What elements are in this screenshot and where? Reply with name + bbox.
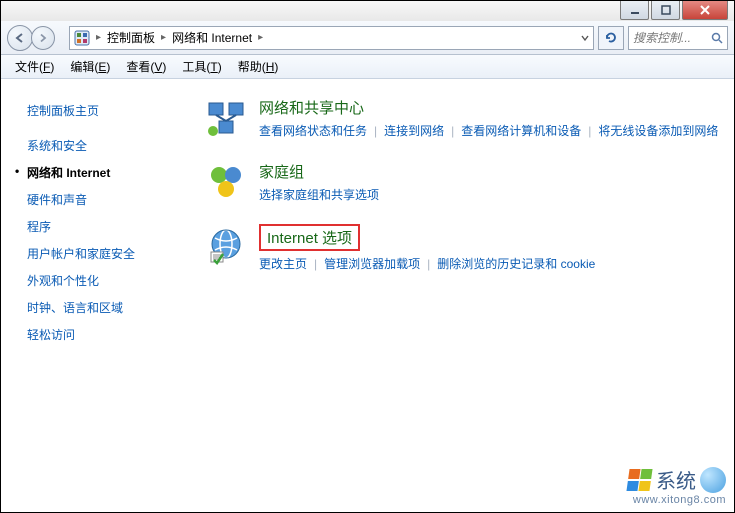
- internet-options-icon[interactable]: [205, 224, 247, 266]
- category-title-network-sharing[interactable]: 网络和共享中心: [259, 97, 364, 118]
- chevron-down-icon: [581, 34, 589, 42]
- category-network-sharing: 网络和共享中心查看网络状态和任务 | 连接到网络 | 查看网络计算机和设备 | 将无线设备添…: [205, 97, 724, 143]
- sidebar-item-1[interactable]: 系统和安全: [17, 132, 190, 159]
- category-title-internet-options[interactable]: Internet 选项: [259, 224, 360, 251]
- nav-buttons: [7, 25, 65, 51]
- chevron-right-icon: ▸: [258, 32, 263, 43]
- link-separator: |: [314, 257, 317, 271]
- task-link[interactable]: 将无线设备添加到网络: [598, 124, 718, 138]
- category-body: Internet 选项更改主页 | 管理浏览器加载项 | 删除浏览的历史记录和 cook…: [259, 224, 724, 276]
- back-button[interactable]: [7, 25, 33, 51]
- sidebar-item-2[interactable]: 网络和 Internet: [17, 159, 190, 186]
- search-placeholder: 搜索控制...: [633, 29, 691, 46]
- network-sharing-icon[interactable]: [205, 97, 247, 139]
- category-internet-options: Internet 选项更改主页 | 管理浏览器加载项 | 删除浏览的历史记录和 cook…: [205, 224, 724, 276]
- search-icon: [711, 32, 723, 44]
- category-title-homegroup[interactable]: 家庭组: [259, 161, 304, 182]
- search-box[interactable]: 搜索控制...: [628, 26, 728, 50]
- windows-flag-icon: [626, 469, 653, 491]
- window-controls: [620, 1, 728, 20]
- close-button[interactable]: [682, 1, 728, 20]
- task-link[interactable]: 选择家庭组和共享选项: [259, 188, 379, 202]
- maximize-button[interactable]: [651, 1, 680, 20]
- watermark-brand: 系统: [656, 465, 696, 494]
- task-link[interactable]: 删除浏览的历史记录和 cookie: [437, 257, 595, 271]
- sidebar-item-3[interactable]: 硬件和声音: [17, 186, 190, 213]
- content-area: 控制面板主页系统和安全网络和 Internet硬件和声音程序用户帐户和家庭安全外…: [1, 79, 734, 512]
- minimize-button[interactable]: [620, 1, 649, 20]
- category-homegroup: 家庭组选择家庭组和共享选项: [205, 161, 724, 207]
- arrow-left-icon: [14, 32, 26, 44]
- task-link[interactable]: 管理浏览器加载项: [324, 257, 420, 271]
- titlebar: [1, 1, 734, 21]
- maximize-icon: [661, 5, 671, 15]
- sidebar: 控制面板主页系统和安全网络和 Internet硬件和声音程序用户帐户和家庭安全外…: [1, 79, 201, 512]
- sidebar-item-6[interactable]: 外观和个性化: [17, 267, 190, 294]
- minimize-icon: [630, 5, 640, 15]
- category-links: 查看网络状态和任务 | 连接到网络 | 查看网络计算机和设备 | 将无线设备添加到网络: [259, 121, 724, 143]
- breadcrumb-item[interactable]: 控制面板: [107, 29, 155, 46]
- menu-h[interactable]: 帮助(H): [230, 56, 287, 77]
- refresh-button[interactable]: [598, 26, 624, 50]
- chevron-right-icon: ▸: [96, 32, 101, 43]
- arrow-right-icon: [38, 33, 48, 43]
- address-row: ▸ 控制面板 ▸ 网络和 Internet ▸ 搜索控制...: [1, 21, 734, 55]
- category-body: 家庭组选择家庭组和共享选项: [259, 161, 724, 207]
- link-separator: |: [451, 124, 454, 138]
- category-body: 网络和共享中心查看网络状态和任务 | 连接到网络 | 查看网络计算机和设备 | 将无线设备添…: [259, 97, 724, 143]
- menubar: 文件(F)编辑(E)查看(V)工具(T)帮助(H): [1, 55, 734, 79]
- category-links: 更改主页 | 管理浏览器加载项 | 删除浏览的历史记录和 cookie: [259, 254, 724, 276]
- link-separator: |: [427, 257, 430, 271]
- homegroup-icon[interactable]: [205, 161, 247, 203]
- watermark-ball-icon: [700, 467, 726, 493]
- chevron-right-icon: ▸: [161, 32, 166, 43]
- address-dropdown[interactable]: [581, 34, 589, 42]
- link-separator: |: [374, 124, 377, 138]
- watermark-url: www.xitong8.com: [628, 494, 726, 506]
- task-link[interactable]: 更改主页: [259, 257, 307, 271]
- watermark: 系统 www.xitong8.com: [628, 465, 726, 506]
- breadcrumb-item[interactable]: 网络和 Internet: [172, 29, 252, 46]
- menu-e[interactable]: 编辑(E): [62, 56, 118, 77]
- sidebar-item-7[interactable]: 时钟、语言和区域: [17, 294, 190, 321]
- address-bar[interactable]: ▸ 控制面板 ▸ 网络和 Internet ▸: [69, 26, 594, 50]
- menu-t[interactable]: 工具(T): [174, 56, 229, 77]
- task-link[interactable]: 连接到网络: [384, 124, 444, 138]
- link-separator: |: [588, 124, 591, 138]
- task-link[interactable]: 查看网络状态和任务: [259, 124, 367, 138]
- sidebar-item-8[interactable]: 轻松访问: [17, 321, 190, 348]
- menu-f[interactable]: 文件(F): [7, 56, 62, 77]
- forward-button[interactable]: [31, 26, 55, 50]
- sidebar-item-5[interactable]: 用户帐户和家庭安全: [17, 240, 190, 267]
- task-link[interactable]: 查看网络计算机和设备: [461, 124, 581, 138]
- sidebar-item-0[interactable]: 控制面板主页: [17, 97, 190, 124]
- refresh-icon: [604, 31, 618, 45]
- category-links: 选择家庭组和共享选项: [259, 185, 724, 207]
- sidebar-item-4[interactable]: 程序: [17, 213, 190, 240]
- control-panel-icon: [74, 30, 90, 46]
- menu-v[interactable]: 查看(V): [118, 56, 174, 77]
- main-panel: 网络和共享中心查看网络状态和任务 | 连接到网络 | 查看网络计算机和设备 | 将无线设备添…: [201, 79, 734, 512]
- close-icon: [699, 4, 711, 16]
